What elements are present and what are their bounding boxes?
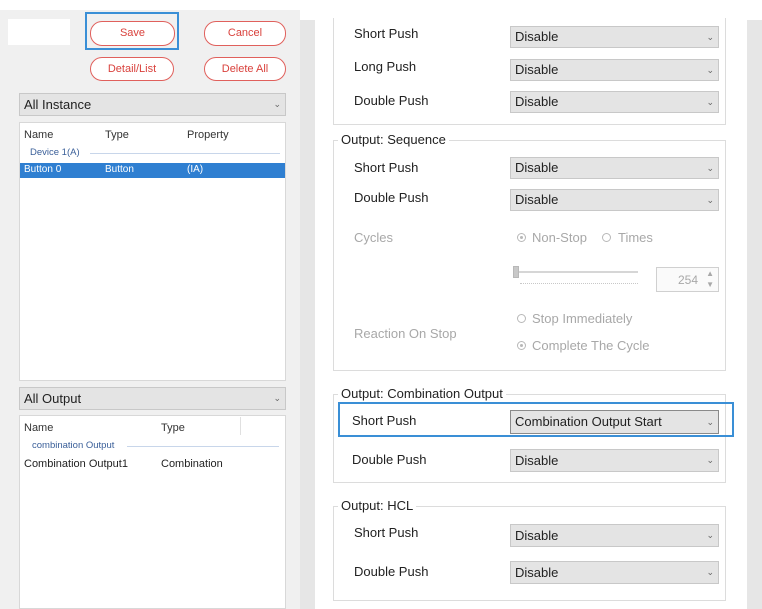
chevron-down-icon: ⌄ xyxy=(706,65,714,75)
cycles-spinbox[interactable]: 254 ▲ ▼ xyxy=(656,267,719,292)
column-header-property[interactable]: Property xyxy=(187,129,229,141)
sequence-short-push-label: Short Push xyxy=(354,160,419,175)
chevron-down-icon: ⌄ xyxy=(706,530,714,540)
sequence-double-push-select[interactable]: Disable ⌄ xyxy=(510,189,719,211)
delete-all-button[interactable]: Delete All xyxy=(204,57,286,81)
chevron-down-icon: ⌄ xyxy=(706,163,714,173)
double-push-value: Disable xyxy=(515,94,559,109)
hcl-short-push-value: Disable xyxy=(515,528,559,543)
chevron-down-icon: ⌄ xyxy=(706,455,714,465)
hcl-group xyxy=(333,506,726,601)
chevron-down-icon: ⌄ xyxy=(706,32,714,42)
sequence-short-push-value: Disable xyxy=(515,160,559,175)
instance-list[interactable] xyxy=(19,122,286,381)
chevron-down-icon: ⌄ xyxy=(706,97,714,107)
instance-filter-select[interactable]: All Instance ⌄ xyxy=(19,93,286,116)
chevron-down-icon: ⌄ xyxy=(706,567,714,577)
chevron-down-icon: ⌄ xyxy=(273,393,281,403)
times-label: Times xyxy=(618,230,653,245)
sequence-short-push-select[interactable]: Disable ⌄ xyxy=(510,157,719,179)
double-push-select[interactable]: Disable ⌄ xyxy=(510,91,719,113)
complete-cycle-label: Complete The Cycle xyxy=(532,338,650,353)
cycles-spinbox-value: 254 xyxy=(677,273,698,287)
short-push-select[interactable]: Disable ⌄ xyxy=(510,26,719,48)
group-label: combination Output xyxy=(32,440,115,451)
column-header-name[interactable]: Name xyxy=(24,129,53,141)
output-filter-select[interactable]: All Output ⌄ xyxy=(19,387,286,410)
sequence-double-push-value: Disable xyxy=(515,192,559,207)
chevron-down-icon: ⌄ xyxy=(706,417,714,427)
row-type: Button xyxy=(105,164,134,175)
column-header-type[interactable]: Type xyxy=(105,129,129,141)
long-push-label: Long Push xyxy=(354,59,417,74)
column-separator xyxy=(240,417,241,435)
combination-short-push-value: Combination Output Start xyxy=(515,414,662,429)
sequence-group-title: Output: Sequence xyxy=(338,132,449,147)
save-button[interactable]: Save xyxy=(90,21,175,46)
combination-short-push-label: Short Push xyxy=(352,413,417,428)
slider-ticks xyxy=(520,283,638,284)
long-push-value: Disable xyxy=(515,62,559,77)
hcl-double-push-select[interactable]: Disable ⌄ xyxy=(510,561,719,584)
output-filter-value: All Output xyxy=(24,391,82,406)
combination-double-push-value: Disable xyxy=(515,453,559,468)
row-property: (IA) xyxy=(187,164,204,175)
non-stop-radio[interactable] xyxy=(517,233,526,242)
combination-double-push-label: Double Push xyxy=(352,452,427,467)
complete-cycle-radio[interactable] xyxy=(517,341,526,350)
cycles-label: Cycles xyxy=(354,230,394,245)
sequence-double-push-label: Double Push xyxy=(354,190,429,205)
spin-arrows-icon[interactable]: ▲ ▼ xyxy=(706,268,714,290)
hcl-short-push-select[interactable]: Disable ⌄ xyxy=(510,524,719,547)
table-row[interactable]: Combination Output1 Combination xyxy=(20,457,285,473)
non-stop-label: Non-Stop xyxy=(532,230,587,245)
row-type: Combination xyxy=(161,458,223,470)
group-label: Device 1(A) xyxy=(30,147,80,158)
long-push-select[interactable]: Disable ⌄ xyxy=(510,59,719,81)
combination-output-title: Output: Combination Output xyxy=(338,386,506,401)
hcl-double-push-value: Disable xyxy=(515,565,559,580)
hcl-group-title: Output: HCL xyxy=(338,498,417,513)
detail-list-button[interactable]: Detail/List xyxy=(90,57,174,81)
cycles-slider-thumb[interactable] xyxy=(513,266,519,278)
row-name: Combination Output1 xyxy=(24,458,128,470)
table-row[interactable]: Button 0 Button (IA) xyxy=(20,163,285,178)
times-radio[interactable] xyxy=(602,233,611,242)
blank-area xyxy=(8,19,70,45)
stop-immediately-label: Stop Immediately xyxy=(532,311,633,326)
combination-double-push-select[interactable]: Disable ⌄ xyxy=(510,449,719,472)
chevron-down-icon: ⌄ xyxy=(706,195,714,205)
group-divider xyxy=(127,446,279,447)
stop-immediately-radio[interactable] xyxy=(517,314,526,323)
instance-filter-value: All Instance xyxy=(24,97,92,112)
cycles-slider-track xyxy=(513,271,638,273)
group-divider xyxy=(90,153,280,154)
short-push-value: Disable xyxy=(515,29,559,44)
chevron-down-icon: ⌄ xyxy=(273,99,281,109)
reaction-on-stop-label: Reaction On Stop xyxy=(354,326,457,341)
column-header-name[interactable]: Name xyxy=(24,422,53,434)
hcl-double-push-label: Double Push xyxy=(354,564,429,579)
cancel-button[interactable]: Cancel xyxy=(204,21,286,46)
short-push-label: Short Push xyxy=(354,26,419,41)
column-header-type[interactable]: Type xyxy=(161,422,185,434)
row-name: Button 0 xyxy=(24,164,62,175)
combination-short-push-select[interactable]: Combination Output Start ⌄ xyxy=(510,410,719,434)
hcl-short-push-label: Short Push xyxy=(354,525,419,540)
double-push-label: Double Push xyxy=(354,93,429,108)
